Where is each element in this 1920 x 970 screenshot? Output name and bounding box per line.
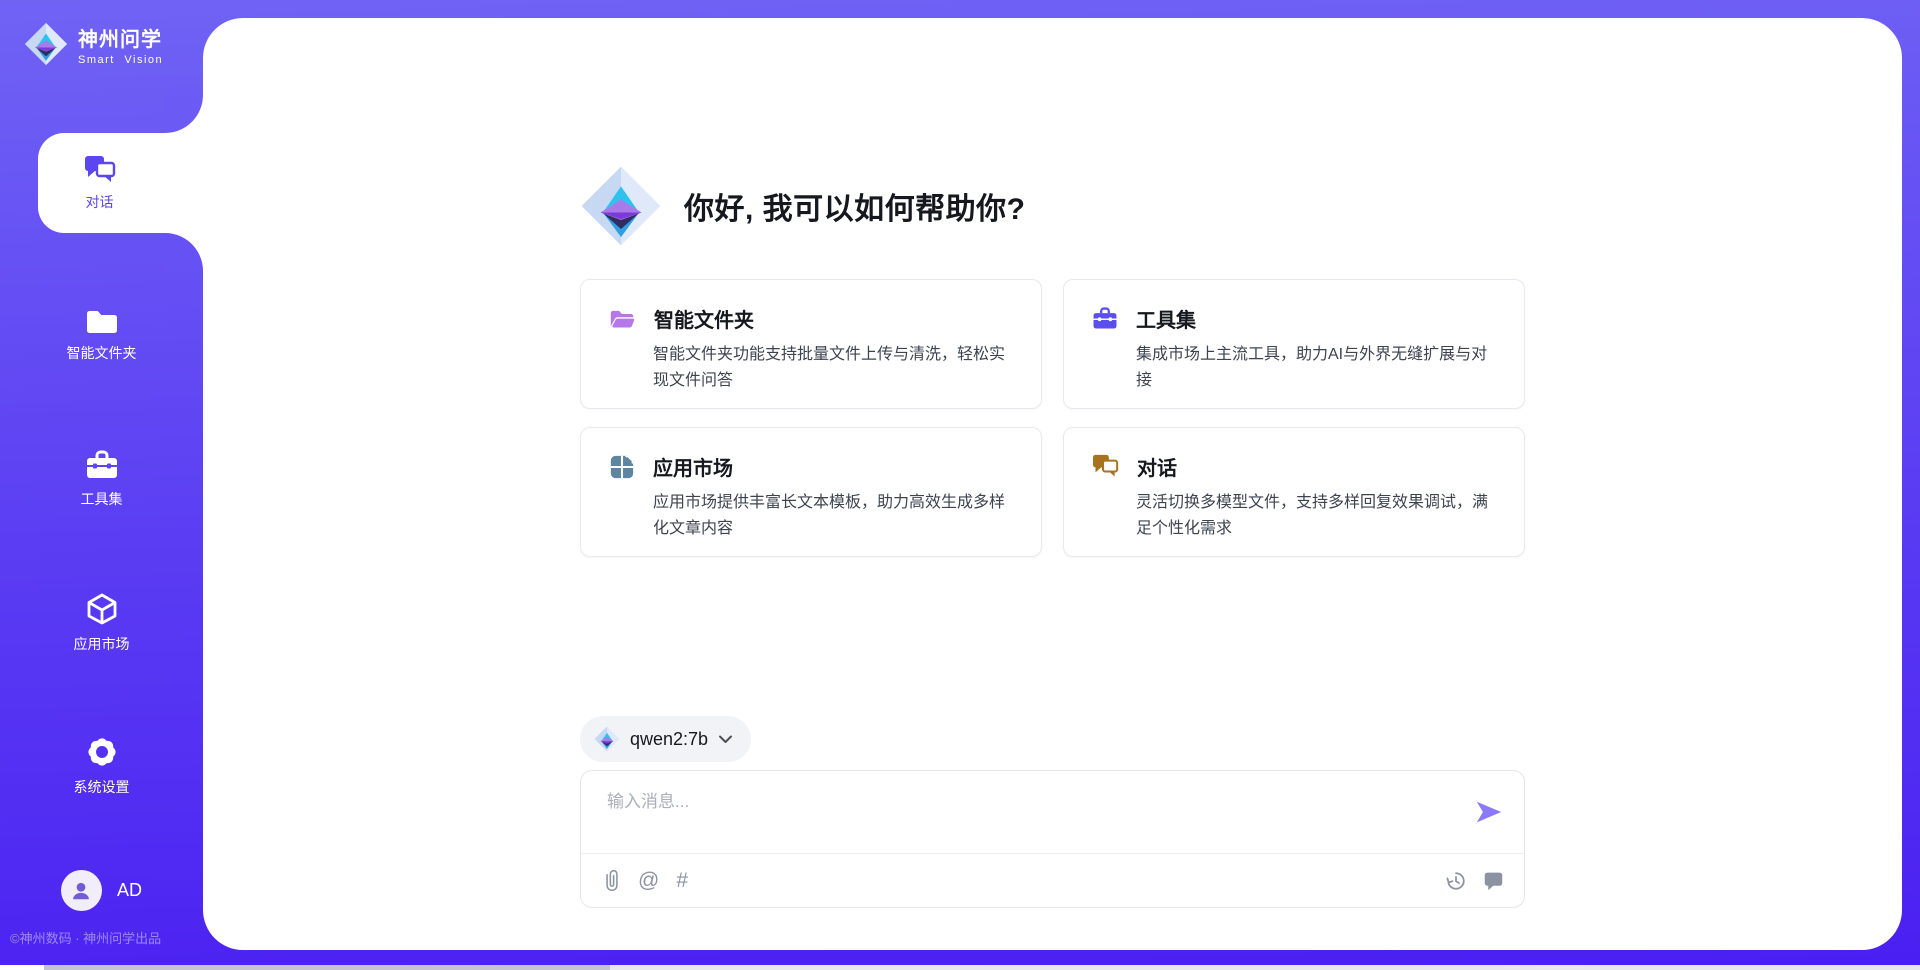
card-title: 对话 [1137,452,1177,481]
active-tab-fillet-top [165,95,203,133]
briefcase-icon [85,449,119,481]
active-tab-fillet-bottom [165,233,203,271]
chevron-down-icon [718,734,733,744]
sidebar-item-settings[interactable]: 系统设置 [0,731,203,801]
card-toolkit[interactable]: 工具集 集成市场上主流工具，助力AI与外界无缝扩展与对接 [1063,279,1525,409]
feature-cards: 智能文件夹 智能文件夹功能支持批量文件上传与清洗，轻松实现文件问答 工具集 集成… [580,279,1525,557]
app-logo-icon [580,165,662,247]
user-initials: AD [117,880,142,901]
sidebar-item-label: 系统设置 [74,777,130,797]
paperclip-icon [603,868,621,893]
card-title: 应用市场 [653,452,733,481]
sidebar: 神州问学 Smart Vision 对话 智能文件夹 工具集 [0,0,203,970]
sidebar-item-label: 工具集 [81,489,123,509]
sidebar-item-label: 应用市场 [74,634,130,654]
model-logo-icon [594,726,620,752]
sidebar-item-toolkit[interactable]: 工具集 [0,444,203,514]
sidebar-item-smart-folder[interactable]: 智能文件夹 [0,300,203,370]
cube-icon [85,592,119,626]
gear-icon [85,735,119,769]
card-description: 集成市场上主流工具，助力AI与外界无缝扩展与对接 [1136,342,1502,394]
model-name: qwen2:7b [630,729,708,750]
scrollbar-track[interactable] [610,965,1920,970]
card-title: 工具集 [1136,304,1196,333]
brand-logo-icon [24,22,68,66]
person-icon [69,879,93,903]
card-description: 智能文件夹功能支持批量文件上传与清洗，轻松实现文件问答 [653,342,1019,394]
avatar [61,870,102,911]
attach-file-button[interactable] [603,868,621,893]
sidebar-item-chat[interactable]: 对话 [38,133,203,233]
comment-icon [1483,870,1504,891]
greeting-text: 你好, 我可以如何帮助你? [684,184,1026,228]
sidebar-item-app-market[interactable]: 应用市场 [0,588,203,658]
brand-subtitle: Smart Vision [78,54,163,66]
card-smart-folder[interactable]: 智能文件夹 智能文件夹功能支持批量文件上传与清洗，轻松实现文件问答 [580,279,1042,409]
card-description: 灵活切换多模型文件，支持多样回复效果调试，满足个性化需求 [1136,490,1502,542]
sidebar-item-label: 对话 [86,192,114,212]
conversation-button[interactable] [1483,870,1504,891]
card-app-market[interactable]: 应用市场 应用市场提供丰富长文本模板，助力高效生成多样化文章内容 [580,427,1042,557]
brand-name: 神州问学 [78,23,163,52]
apps-grid-icon [609,454,635,480]
history-button[interactable] [1445,870,1467,892]
card-description: 应用市场提供丰富长文本模板，助力高效生成多样化文章内容 [653,490,1019,542]
card-chat[interactable]: 对话 灵活切换多模型文件，支持多样回复效果调试，满足个性化需求 [1063,427,1525,557]
message-composer: @ # [580,770,1525,908]
copyright-text: ©神州数码 · 神州问学出品 [10,928,161,947]
model-selector[interactable]: qwen2:7b [580,716,751,762]
scrollbar-thumb[interactable] [44,965,610,970]
user-account[interactable]: AD [0,870,203,911]
folder-icon [85,307,119,335]
brand: 神州问学 Smart Vision [24,22,163,66]
briefcase-icon [1092,306,1118,331]
history-icon [1445,870,1467,892]
main-panel: 你好, 我可以如何帮助你? 智能文件夹 智能文件夹功能支持批量文件上传与清洗，轻… [203,18,1902,950]
send-icon[interactable] [1474,797,1504,827]
composer-toolbar: @ # [581,853,1524,907]
card-title: 智能文件夹 [654,304,754,333]
horizontal-scrollbar[interactable] [0,965,1920,970]
sidebar-item-label: 智能文件夹 [67,343,137,363]
greeting: 你好, 我可以如何帮助你? [580,165,1525,247]
message-input[interactable] [581,771,1524,853]
topic-button[interactable]: # [676,870,688,891]
mention-button[interactable]: @ [638,870,659,891]
chat-icon [1092,454,1119,479]
chat-icon [84,155,116,185]
folder-open-icon [609,307,636,331]
